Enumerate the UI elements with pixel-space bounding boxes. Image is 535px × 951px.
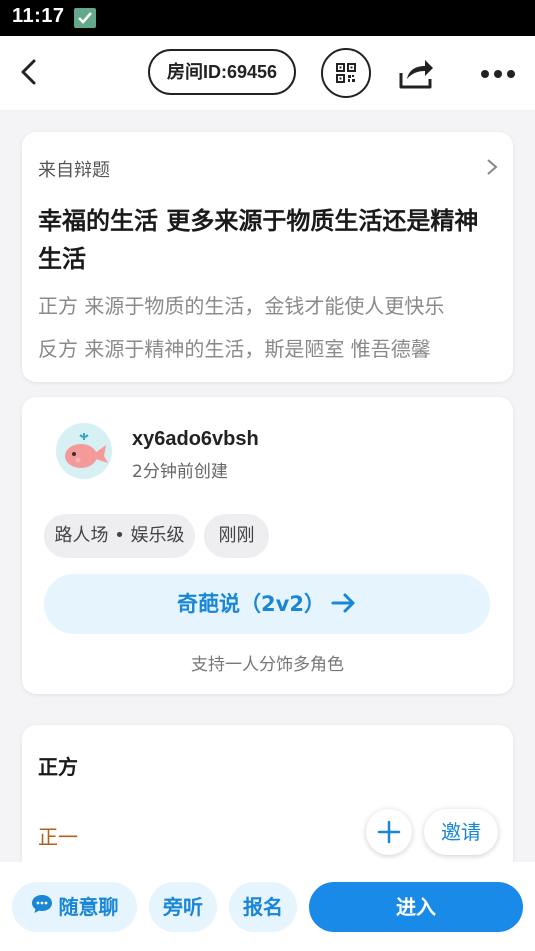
room-level-tag: 路人场 • 娱乐级 xyxy=(44,514,195,558)
back-icon[interactable] xyxy=(14,56,46,88)
qr-code-icon xyxy=(336,63,356,83)
seat-label: 正一 xyxy=(38,825,78,849)
listen-button[interactable]: 旁听 xyxy=(149,882,217,932)
creator-username: xy6ado6vbsh xyxy=(132,428,259,450)
room-time-tag: 刚刚 xyxy=(204,514,269,558)
avatar[interactable] xyxy=(56,423,112,479)
role-hint: 支持一人分饰多角色 xyxy=(191,655,344,675)
debate-mode-label: 奇葩说（2v2） xyxy=(177,592,325,616)
topic-title: 幸福的生活 更多来源于物质生活还是精神生活 xyxy=(38,207,479,273)
plus-icon xyxy=(377,820,401,844)
chat-bubble-icon xyxy=(31,882,53,932)
chevron-right-icon xyxy=(485,158,499,176)
pro-side-text: 正方 来源于物质的生活，金钱才能使人更快乐 xyxy=(38,294,445,318)
topic-source-label: 来自辩题 xyxy=(38,160,110,181)
status-time: 11:17 xyxy=(12,5,65,27)
whale-icon xyxy=(65,433,108,468)
team-name: 正方 xyxy=(38,755,78,779)
created-time: 2分钟前创建 xyxy=(132,462,228,482)
more-options-icon[interactable] xyxy=(478,66,518,80)
arrow-right-icon xyxy=(331,593,355,613)
bottom-action-bar: 随意聊 旁听 报名 进入 xyxy=(0,862,535,951)
invite-button[interactable]: 邀请 xyxy=(424,809,498,855)
room-info-card: xy6ado6vbsh 2分钟前创建 路人场 • 娱乐级 刚刚 奇葩说（2v2）… xyxy=(22,397,513,694)
signup-button[interactable]: 报名 xyxy=(229,882,297,932)
join-seat-button[interactable] xyxy=(366,809,412,855)
enter-room-button[interactable]: 进入 xyxy=(309,882,523,932)
con-side-text: 反方 来源于精神的生活，斯是陋室 惟吾德馨 xyxy=(38,337,431,361)
topic-card[interactable]: 来自辩题 幸福的生活 更多来源于物质生活还是精神生活 正方 来源于物质的生活，金… xyxy=(22,132,513,382)
share-icon[interactable] xyxy=(397,55,435,91)
qr-code-button[interactable] xyxy=(321,48,371,98)
debate-mode-button[interactable]: 奇葩说（2v2） xyxy=(44,574,490,634)
casual-chat-button[interactable]: 随意聊 xyxy=(12,882,137,932)
status-bar: 11:17 xyxy=(0,0,535,36)
room-id-badge[interactable]: 房间ID:69456 xyxy=(148,49,296,95)
casual-chat-label: 随意聊 xyxy=(58,895,119,919)
top-bar: 房间ID:69456 xyxy=(0,36,535,110)
app-notification-icon xyxy=(74,8,96,28)
